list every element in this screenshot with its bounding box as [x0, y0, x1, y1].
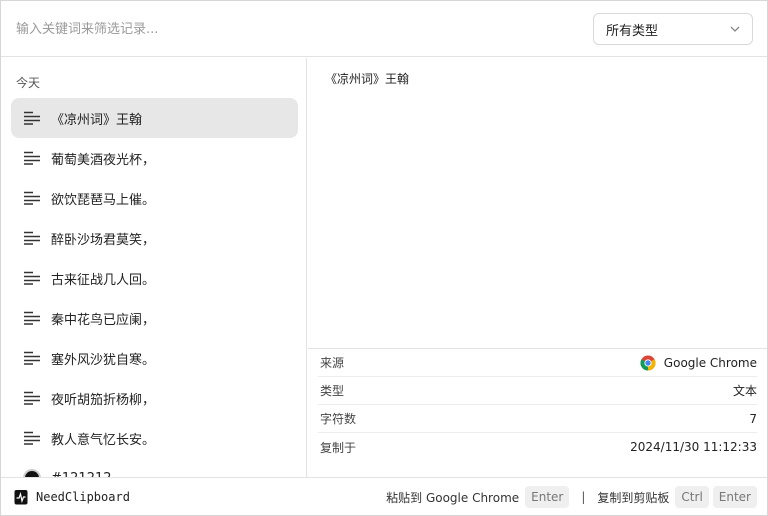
list-item[interactable]: 葡萄美酒夜光杯， — [11, 138, 298, 178]
detail-panel: 《凉州词》王翰 来源 Google Chrome 类型 文本 字符数 7 复制于… — [308, 58, 767, 477]
meta-value: Google Chrome — [663, 355, 757, 370]
footer-actions: 粘贴到 Google Chrome Enter | 复制到剪贴板 Ctrl En… — [386, 486, 757, 508]
chevron-down-icon — [730, 26, 740, 32]
list-item[interactable]: 欲饮琵琶马上催。 — [11, 178, 298, 218]
list-item-label: 《凉州词》王翰 — [51, 112, 143, 128]
color-swatch-icon — [23, 469, 41, 477]
meta-row-chars: 字符数 7 — [318, 405, 757, 433]
meta-row-type: 类型 文本 — [318, 377, 757, 405]
text-lines-icon — [24, 231, 40, 245]
list-item-label: 秦中花鸟已应阑， — [51, 312, 156, 328]
list-item-label: 夜听胡笳折杨柳， — [51, 392, 156, 408]
text-lines-icon — [24, 351, 40, 365]
app-name: NeedClipboard — [36, 489, 130, 504]
app-window: 所有类型 今天 《凉州词》王翰 葡萄美酒夜光杯， 欲饮琵琶马上催。 醉卧沙场君莫… — [0, 0, 768, 516]
text-lines-icon — [24, 431, 40, 445]
top-bar: 所有类型 — [1, 1, 767, 57]
app-logo-icon — [14, 489, 28, 504]
list-item[interactable]: 醉卧沙场君莫笑， — [11, 218, 298, 258]
list-item-label: 教人意气忆长安。 — [51, 432, 156, 448]
list-item[interactable]: 秦中花鸟已应阑， — [11, 298, 298, 338]
list-item-label: 欲饮琵琶马上催。 — [51, 192, 156, 208]
meta-key: 类型 — [320, 384, 345, 398]
meta-key: 字符数 — [320, 412, 357, 426]
search-input[interactable] — [16, 18, 576, 40]
meta-row-source: 来源 Google Chrome — [318, 349, 757, 377]
text-lines-icon — [24, 151, 40, 165]
list-item-label: 塞外风沙犹自寒。 — [51, 352, 156, 368]
list-item[interactable]: 《凉州词》王翰 — [11, 98, 298, 138]
list-item[interactable]: 夜听胡笳折杨柳， — [11, 378, 298, 418]
text-lines-icon — [24, 111, 40, 125]
text-lines-icon — [24, 311, 40, 325]
type-filter-select[interactable]: 所有类型 — [593, 13, 753, 45]
list-item-label: 葡萄美酒夜光杯， — [51, 152, 156, 168]
meta-key: 复制于 — [320, 440, 357, 455]
meta-value: 文本 — [732, 384, 757, 398]
meta-value: 7 — [749, 411, 757, 426]
separator: | — [581, 490, 586, 504]
text-lines-icon — [24, 271, 40, 285]
meta-key: 来源 — [320, 356, 345, 370]
list-item[interactable]: 教人意气忆长安。 — [11, 418, 298, 458]
list-item[interactable]: #121212 — [11, 458, 298, 477]
copy-shortcut-key-enter: Enter — [712, 486, 757, 508]
meta-value: 2024/11/30 11:12:33 — [630, 440, 757, 454]
text-lines-icon — [24, 391, 40, 405]
bottom-bar: NeedClipboard 粘贴到 Google Chrome Enter | … — [1, 477, 767, 515]
group-title-today: 今天 — [16, 76, 41, 90]
chrome-icon — [640, 355, 656, 370]
list-item-label: 古来征战几人回。 — [51, 272, 156, 288]
list-item[interactable]: 塞外风沙犹自寒。 — [11, 338, 298, 378]
text-lines-icon — [24, 191, 40, 205]
preview-text: 《凉州词》王翰 — [325, 72, 410, 86]
history-list: 今天 《凉州词》王翰 葡萄美酒夜光杯， 欲饮琵琶马上催。 醉卧沙场君莫笑， 古来… — [1, 58, 307, 477]
brand: NeedClipboard — [14, 489, 130, 505]
list-item[interactable]: 古来征战几人回。 — [11, 258, 298, 298]
list-item-label: 醉卧沙场君莫笑， — [51, 232, 156, 248]
meta-value-source: Google Chrome — [640, 355, 757, 371]
copy-action-label[interactable]: 复制到剪贴板 — [597, 489, 669, 506]
type-filter-value: 所有类型 — [606, 23, 659, 39]
paste-shortcut-key: Enter — [525, 486, 570, 508]
meta-info: 来源 Google Chrome 类型 文本 字符数 7 复制于 2024/11… — [308, 348, 767, 461]
meta-row-copied: 复制于 2024/11/30 11:12:33 — [318, 433, 757, 461]
paste-action-label[interactable]: 粘贴到 Google Chrome — [386, 489, 519, 506]
copy-shortcut-key-ctrl: Ctrl — [675, 486, 709, 508]
